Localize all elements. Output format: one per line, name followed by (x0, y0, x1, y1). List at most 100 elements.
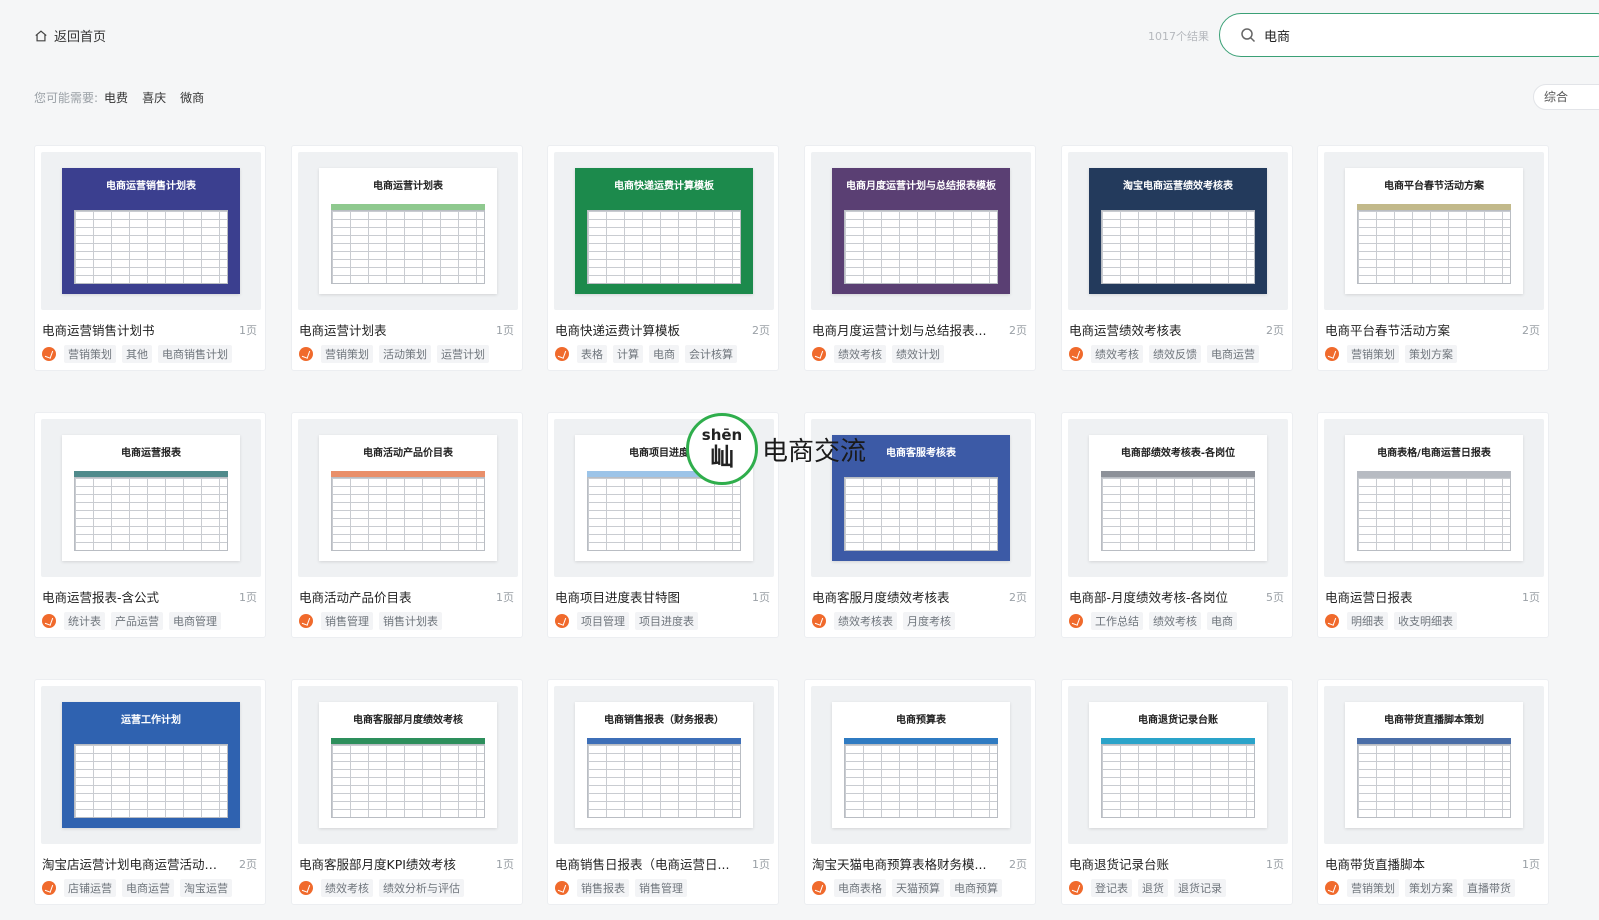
tag[interactable]: 营销策划 (1347, 879, 1399, 897)
template-card[interactable]: 电商运营计划表 电商运营计划表 1页 营销策划 活动策划 运营计划 (291, 145, 523, 371)
tag[interactable]: 其他 (122, 345, 152, 363)
template-thumbnail[interactable]: 电商月度运营计划与总结报表模板 (811, 152, 1031, 310)
template-thumbnail[interactable]: 电商运营计划表 (298, 152, 518, 310)
template-card[interactable]: 电商活动产品价目表 电商活动产品价目表 1页 销售管理 销售计划表 (291, 412, 523, 638)
template-card[interactable]: 电商运营销售计划表 电商运营销售计划书 1页 营销策划 其他 电商销售计划 (34, 145, 266, 371)
template-thumbnail[interactable]: 电商平台春节活动方案 (1324, 152, 1544, 310)
template-title[interactable]: 电商运营绩效考核表 (1069, 320, 1249, 339)
template-card[interactable]: 电商平台春节活动方案 电商平台春节活动方案 2页 营销策划 策划方案 (1317, 145, 1549, 371)
tag[interactable]: 明细表 (1347, 612, 1388, 630)
tag[interactable]: 电商 (649, 345, 679, 363)
tag[interactable]: 销售报表 (577, 879, 629, 897)
suggestion-keyword[interactable]: 电费 (104, 89, 128, 106)
tag[interactable]: 电商表格 (834, 879, 886, 897)
tag[interactable]: 电商运营 (1207, 345, 1259, 363)
template-card[interactable]: 电商预算表 淘宝天猫电商预算表格财务模... 2页 电商表格 天猫预算 电商预算 (804, 679, 1036, 905)
tag[interactable]: 电商管理 (169, 612, 221, 630)
sort-dropdown[interactable]: 综合 (1533, 84, 1599, 110)
search-input[interactable] (1264, 27, 1564, 43)
template-thumbnail[interactable]: 电商销售报表（财务报表） (554, 686, 774, 844)
template-thumbnail[interactable]: 电商客服部月度绩效考核 (298, 686, 518, 844)
suggestion-keyword[interactable]: 微商 (180, 89, 204, 106)
template-thumbnail[interactable]: 电商预算表 (811, 686, 1031, 844)
tag[interactable]: 绩效分析与评估 (379, 879, 464, 897)
template-title[interactable]: 电商客服部月度KPI绩效考核 (299, 854, 479, 873)
template-card[interactable]: 电商月度运营计划与总结报表模板 电商月度运营计划与总结报表... 2页 绩效考核… (804, 145, 1036, 371)
tag[interactable]: 直播带货 (1463, 879, 1515, 897)
tag[interactable]: 销售计划表 (379, 612, 442, 630)
template-card[interactable]: 电商部绩效考核表-各岗位 电商部-月度绩效考核-各岗位 5页 工作总结 绩效考核电… (1061, 412, 1293, 638)
tag[interactable]: 绩效考核 (1091, 345, 1143, 363)
tag[interactable]: 策划方案 (1405, 879, 1457, 897)
template-thumbnail[interactable]: 电商部绩效考核表-各岗位 (1068, 419, 1288, 577)
template-title[interactable]: 电商运营销售计划书 (42, 320, 222, 339)
tag[interactable]: 电商预算 (950, 879, 1002, 897)
tag[interactable]: 项目管理 (577, 612, 629, 630)
tag[interactable]: 收支明细表 (1394, 612, 1457, 630)
tag[interactable]: 绩效反馈 (1149, 345, 1201, 363)
tag[interactable]: 会计核算 (685, 345, 737, 363)
template-card[interactable]: 电商快递运费计算模板 电商快递运费计算模板 2页 表格 计算 电商 会计核算 (547, 145, 779, 371)
tag[interactable]: 计算 (613, 345, 643, 363)
template-thumbnail[interactable]: 淘宝电商运营绩效考核表 (1068, 152, 1288, 310)
tag[interactable]: 电商 (1207, 612, 1237, 630)
template-card[interactable]: 电商退货记录台账 电商退货记录台账 1页 登记表 退货 退货记录 (1061, 679, 1293, 905)
tag[interactable]: 绩效考核表 (834, 612, 897, 630)
tag[interactable]: 活动策划 (379, 345, 431, 363)
template-title[interactable]: 电商销售日报表（电商运营日... (555, 854, 735, 873)
template-title[interactable]: 电商运营日报表 (1325, 587, 1505, 606)
search-box[interactable] (1219, 13, 1599, 57)
template-card[interactable]: 电商销售报表（财务报表） 电商销售日报表（电商运营日... 1页 销售报表 销售管… (547, 679, 779, 905)
tag[interactable]: 统计表 (64, 612, 105, 630)
template-card[interactable]: 电商表格/电商运营日报表 电商运营日报表 1页 明细表 收支明细表 (1317, 412, 1549, 638)
template-thumbnail[interactable]: 电商带货直播脚本策划 (1324, 686, 1544, 844)
tag[interactable]: 绩效考核 (834, 345, 886, 363)
tag[interactable]: 绩效考核 (321, 879, 373, 897)
template-thumbnail[interactable]: 电商退货记录台账 (1068, 686, 1288, 844)
tag[interactable]: 营销策划 (1347, 345, 1399, 363)
tag[interactable]: 运营计划 (437, 345, 489, 363)
tag[interactable]: 淘宝运营 (180, 879, 232, 897)
tag[interactable]: 天猫预算 (892, 879, 944, 897)
template-title[interactable]: 淘宝店运营计划电商运营活动E... (42, 854, 222, 873)
template-title[interactable]: 电商客服月度绩效考核表 (812, 587, 992, 606)
tag[interactable]: 登记表 (1091, 879, 1132, 897)
template-title[interactable]: 电商带货直播脚本 (1325, 854, 1505, 873)
tag[interactable]: 绩效计划 (892, 345, 944, 363)
tag[interactable]: 策划方案 (1405, 345, 1457, 363)
template-thumbnail[interactable]: 运营工作计划 (41, 686, 261, 844)
template-card[interactable]: 运营工作计划 淘宝店运营计划电商运营活动E... 2页 店铺运营 电商运营 淘宝运营 (34, 679, 266, 905)
template-thumbnail[interactable]: 电商表格/电商运营日报表 (1324, 419, 1544, 577)
tag[interactable]: 电商运营 (122, 879, 174, 897)
tag[interactable]: 店铺运营 (64, 879, 116, 897)
template-card[interactable]: 电商带货直播脚本策划 电商带货直播脚本 1页 营销策划 策划方案 直播带货 (1317, 679, 1549, 905)
template-title[interactable]: 电商退货记录台账 (1069, 854, 1249, 873)
template-thumbnail[interactable]: 电商快递运费计算模板 (554, 152, 774, 310)
template-title[interactable]: 电商活动产品价目表 (299, 587, 479, 606)
template-thumbnail[interactable]: 电商运营报表 (41, 419, 261, 577)
tag[interactable]: 销售管理 (635, 879, 687, 897)
tag[interactable]: 产品运营 (111, 612, 163, 630)
tag[interactable]: 工作总结 (1091, 612, 1143, 630)
tag[interactable]: 绩效考核 (1149, 612, 1201, 630)
template-title[interactable]: 电商运营报表-含公式 (42, 587, 222, 606)
tag[interactable]: 销售管理 (321, 612, 373, 630)
template-title[interactable]: 电商月度运营计划与总结报表... (812, 320, 992, 339)
tag[interactable]: 月度考核 (903, 612, 955, 630)
tag[interactable]: 退货记录 (1174, 879, 1226, 897)
template-thumbnail[interactable]: 电商运营销售计划表 (41, 152, 261, 310)
template-thumbnail[interactable]: 电商活动产品价目表 (298, 419, 518, 577)
template-title[interactable]: 电商运营计划表 (299, 320, 479, 339)
template-title[interactable]: 淘宝天猫电商预算表格财务模... (812, 854, 992, 873)
tag[interactable]: 退货 (1138, 879, 1168, 897)
tag[interactable]: 表格 (577, 345, 607, 363)
back-home-link[interactable]: 返回首页 (34, 26, 106, 45)
template-card[interactable]: 淘宝电商运营绩效考核表 电商运营绩效考核表 2页 绩效考核 绩效反馈 电商运营 (1061, 145, 1293, 371)
template-title[interactable]: 电商平台春节活动方案 (1325, 320, 1505, 339)
template-title[interactable]: 电商项目进度表甘特图 (555, 587, 735, 606)
tag[interactable]: 电商销售计划 (158, 345, 232, 363)
tag[interactable]: 营销策划 (321, 345, 373, 363)
tag[interactable]: 营销策划 (64, 345, 116, 363)
template-card[interactable]: 电商客服部月度绩效考核 电商客服部月度KPI绩效考核 1页 绩效考核 绩效分析与评… (291, 679, 523, 905)
template-card[interactable]: 电商运营报表 电商运营报表-含公式 1页 统计表 产品运营 电商管理 (34, 412, 266, 638)
